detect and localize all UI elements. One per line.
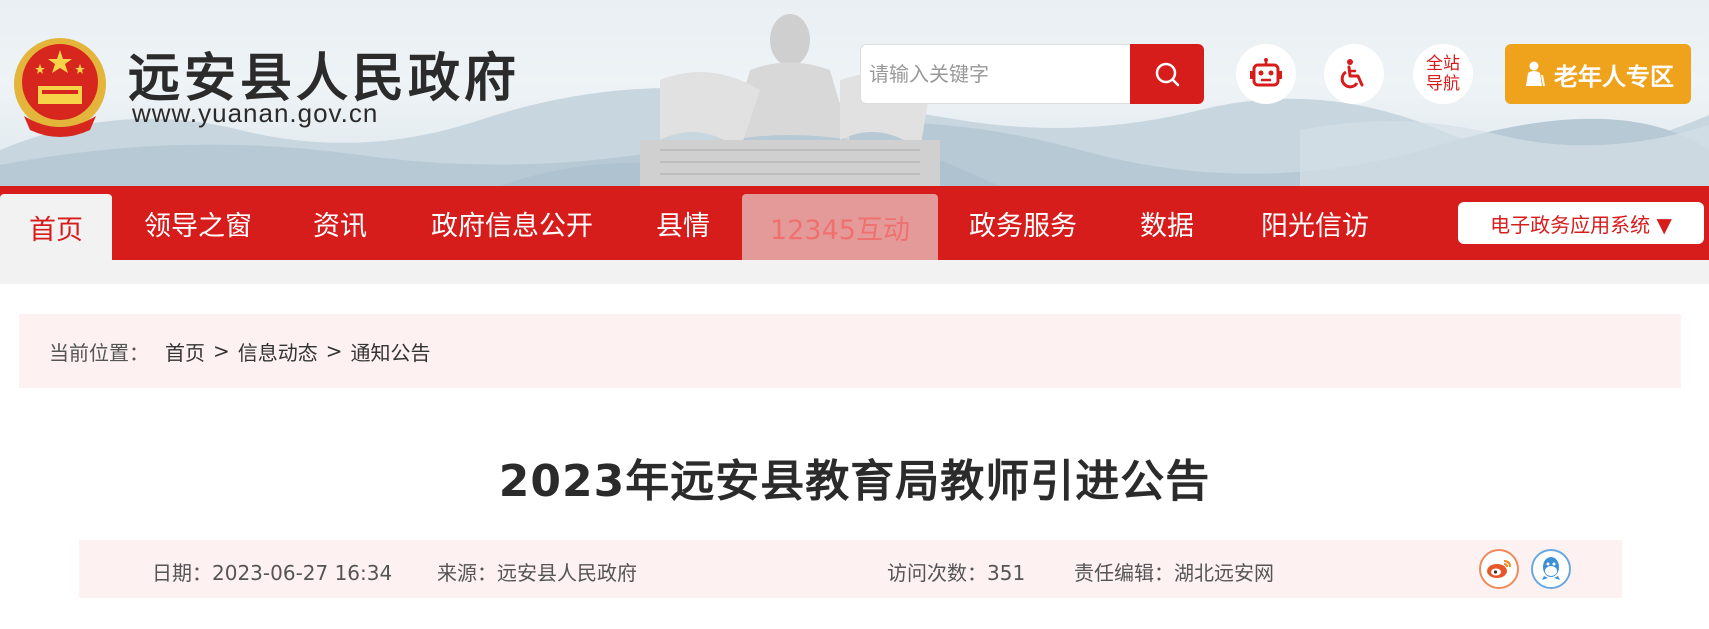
elder-zone-label: 老年人专区: [1554, 62, 1674, 91]
site-navigation-button[interactable]: 全站 导航: [1413, 44, 1473, 104]
share-qq-button[interactable]: [1531, 549, 1571, 589]
nav-item-news[interactable]: 资讯: [300, 186, 380, 260]
wheelchair-icon: [1340, 59, 1364, 89]
search-box: [860, 44, 1132, 104]
nav-item-gov-services[interactable]: 政务服务: [958, 186, 1088, 260]
main-nav: 首页 领导之窗 资讯 政府信息公开 县情 12345互动 政务服务 数据 阳光信…: [0, 186, 1709, 260]
article-visits: 访问次数：351: [887, 561, 1026, 585]
nav-item-info-disclosure[interactable]: 政府信息公开: [420, 186, 604, 260]
article-meta-bar: 日期：2023-06-27 16:34 来源：远安县人民政府 访问次数：351 …: [79, 540, 1622, 598]
article-source: 来源：远安县人民政府: [437, 561, 637, 585]
site-nav-line1: 全站: [1426, 54, 1460, 74]
breadcrumb-notice[interactable]: 通知公告: [351, 337, 431, 366]
qq-icon: [1542, 557, 1560, 580]
site-nav-line2: 导航: [1426, 74, 1460, 94]
nav-item-12345-interaction[interactable]: 12345互动: [742, 194, 938, 260]
breadcrumb-separator: >: [325, 339, 343, 363]
search-button[interactable]: [1130, 44, 1204, 104]
article-title: 2023年远安县教育局教师引进公告: [498, 456, 1211, 507]
article-date: 日期：2023-06-27 16:34: [152, 561, 393, 585]
weibo-icon: [1487, 560, 1511, 578]
divider-band: [0, 260, 1709, 284]
accessibility-button[interactable]: [1324, 44, 1384, 104]
nav-item-leaders[interactable]: 领导之窗: [130, 186, 266, 260]
breadcrumb-info-news[interactable]: 信息动态: [238, 337, 318, 366]
share-weibo-button[interactable]: [1479, 549, 1519, 589]
site-header: 远安县人民政府 www.yuanan.gov.cn 请输入关键字 全站 导航 老…: [0, 0, 1709, 186]
robot-icon: [1250, 58, 1282, 87]
nav-item-data[interactable]: 数据: [1126, 186, 1208, 260]
breadcrumb-home[interactable]: 首页: [165, 337, 205, 366]
nav-item-county-info[interactable]: 县情: [640, 186, 726, 260]
site-url: www.yuanan.gov.cn: [132, 98, 379, 128]
search-input[interactable]: [861, 45, 1132, 103]
elder-person-icon: [1526, 61, 1545, 87]
search-icon: [1155, 62, 1180, 87]
article-editor: 责任编辑：湖北远安网: [1074, 561, 1274, 585]
nav-item-home[interactable]: 首页: [0, 194, 112, 260]
egov-system-dropdown[interactable]: 电子政务应用系统 ▼: [1458, 202, 1704, 244]
breadcrumb-separator: >: [213, 339, 230, 363]
elder-zone-button[interactable]: 老年人专区: [1505, 44, 1691, 104]
nav-item-petition[interactable]: 阳光信访: [1248, 186, 1382, 260]
robot-assistant-button[interactable]: [1236, 44, 1296, 104]
national-emblem-logo: [14, 38, 106, 137]
breadcrumb-label: 当前位置：: [49, 340, 149, 365]
breadcrumb: 当前位置： 首页 > 信息动态 > 通知公告: [19, 314, 1681, 388]
